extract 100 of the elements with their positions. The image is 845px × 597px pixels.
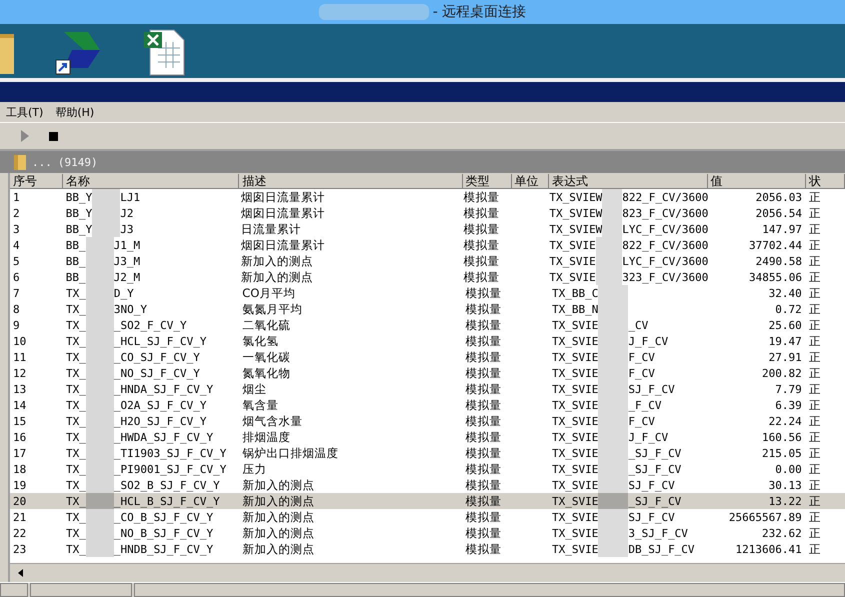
table-cell-text: 正 <box>808 286 822 300</box>
table-row[interactable]: 15 TX_ _H2O_SJ_F_CV_Y 烟气含水量 模拟量 TX_SVIE F_CV 22.24 正 <box>10 413 845 429</box>
table-row[interactable]: 12 TX_ _NO_SJ_F_CV_Y 氮氧化物 模拟量 TX_SVIE F_CV 200.82 正 <box>10 365 845 381</box>
table-cell-text: 200.82 <box>761 366 803 380</box>
stop-icon <box>48 132 58 140</box>
table-cell-text: 正 <box>808 270 822 284</box>
name-text: _HCL_B_SJ_F_CV_Y <box>114 494 220 508</box>
record-count: (9149) <box>58 156 98 168</box>
table-row[interactable]: 2 BB_Y J2 烟囱日流量累计 模拟量 TX_SVIEW 823_F_CV/3600 2056.54 正 <box>10 205 845 221</box>
table-cell-text: 模拟量 <box>464 526 503 540</box>
expression-text: TX_SVIE <box>552 366 598 380</box>
table-cell-text: 160.56 <box>761 430 803 444</box>
column-header[interactable]: 描述 <box>239 174 463 188</box>
table-cell-text: 模拟量 <box>464 478 503 492</box>
table-cell-text: 34855.06 <box>748 270 803 284</box>
name-text: TX_ <box>66 350 86 364</box>
table-cell-text: 正 <box>808 494 822 508</box>
table-cell-text: 2490.58 <box>754 254 803 268</box>
table-cell-text: 2 <box>12 206 21 220</box>
spreadsheet-file-icon[interactable] <box>142 28 186 76</box>
table-cell-text: 13 <box>12 382 28 396</box>
expression-text: TX_SVIEW <box>549 190 602 204</box>
table-cell-text: 13.22 <box>768 494 803 508</box>
table-cell-text: 模拟量 <box>464 366 503 380</box>
table-cell-text: 0.00 <box>774 462 803 476</box>
table-cell-text: 21 <box>12 510 28 524</box>
table-cell-text: 烟尘 <box>241 382 268 396</box>
table-row[interactable]: 5 BB_ J3_M 新加入的测点 模拟量 TX_SVIE LYC_F_CV/3600 2490.58 正 <box>10 253 845 269</box>
name-text: TX_ <box>66 462 86 476</box>
table-row[interactable]: 9 TX_ _SO2_F_CV_Y 二氧化硫 模拟量 TX_SVIE _CV 25.60 正 <box>10 317 845 333</box>
table-cell-text: 正 <box>808 238 822 252</box>
expression-text: SJ_F_CV <box>628 478 675 492</box>
column-header[interactable]: 值 <box>708 174 806 188</box>
column-header[interactable]: 表达式 <box>549 174 708 188</box>
column-header[interactable]: 单位 <box>512 174 550 188</box>
path-text: ... <box>32 156 52 168</box>
table-cell-text: 新加入的测点 <box>240 254 314 268</box>
expression-text: TX_BB_N <box>552 302 598 316</box>
table-row[interactable]: 3 BB_Y J3 日流量累计 模拟量 TX_SVIEW LYC_F_CV/3600 147.97 正 <box>10 221 845 237</box>
expression-text: F_CV <box>628 414 655 428</box>
name-text: TX_ <box>66 478 86 492</box>
table-row[interactable]: 23 TX_ _HNDB_SJ_F_CV_Y 新加入的测点 模拟量 TX_SVIE DB_SJ_F_CV 1213606.41 正 <box>10 541 845 557</box>
table-cell-text: 22.24 <box>768 414 803 428</box>
expression-text: TX_SVIE <box>549 254 596 268</box>
expression-text: TX_SVIE <box>549 238 596 252</box>
table-cell-text: 12 <box>12 366 28 380</box>
table-row[interactable]: 21 TX_ _CO_B_SJ_F_CV_Y 新加入的测点 模拟量 TX_SVIE SJ_F_CV 25665567.89 正 <box>10 509 845 525</box>
table-cell-text: 232.62 <box>761 526 803 540</box>
table-row[interactable]: 6 BB_ J2_M 新加入的测点 模拟量 TX_SVIE 323_F_CV/3600 34855.06 正 <box>10 269 845 285</box>
table-cell-text: 模拟量 <box>464 542 503 556</box>
expression-text: TX_SVIE <box>552 542 598 556</box>
table-row[interactable]: 7 TX_ D_Y CO月平均 模拟量 TX_BB_C 32.40 正 <box>10 285 845 301</box>
table-cell-text: 20 <box>12 494 28 508</box>
table-row[interactable]: 8 TX_ 3NO_Y 氨氮月平均 模拟量 TX_BB_N 0.72 正 <box>10 301 845 317</box>
table-row[interactable]: 1 BB_Y LJ1 烟囱日流量累计 模拟量 TX_SVIEW 822_F_CV/3600 2056.03 正 <box>10 189 845 205</box>
horizontal-scrollbar[interactable] <box>10 563 845 582</box>
table-row[interactable]: 4 BB_ J1_M 烟囱日流量累计 模拟量 TX_SVIE 822_F_CV/3600 37702.44 正 <box>10 237 845 253</box>
table-cell-text: 正 <box>808 510 822 524</box>
name-text: TX_ <box>66 286 86 300</box>
table-row[interactable]: 18 TX_ _PI9001_SJ_F_CV_Y 压力 模拟量 TX_SVIE _SJ_F_CV 0.00 正 <box>10 461 845 477</box>
name-text: J1_M <box>114 238 140 252</box>
table-cell-text: 锅炉出口排烟温度 <box>241 446 340 460</box>
folder-icon <box>14 154 26 170</box>
menu-item[interactable]: 帮助(H) <box>55 104 94 120</box>
table-row[interactable]: 20 TX_ _HCL_B_SJ_F_CV_Y 新加入的测点 模拟量 TX_SVIE _SJ_F_CV 13.22 正 <box>10 493 845 509</box>
table-row[interactable]: 14 TX_ _O2A_SJ_F_CV_Y 氧含量 模拟量 TX_SVIE _F_CV 6.39 正 <box>10 397 845 413</box>
table-row[interactable]: 22 TX_ _NO_B_SJ_F_CV_Y 新加入的测点 模拟量 TX_SVIE 3_SJ_F_CV 232.62 正 <box>10 525 845 541</box>
column-header[interactable]: 类型 <box>462 174 512 188</box>
table-cell-text: 正 <box>808 430 822 444</box>
table-row[interactable]: 17 TX_ _TI1903_SJ_F_CV_Y 锅炉出口排烟温度 模拟量 TX_SVIE _SJ_F_CV 215.05 正 <box>10 445 845 461</box>
expression-text: 823_F_CV/3600 <box>622 206 708 220</box>
table-cell-text: 7.79 <box>774 382 803 396</box>
table-cell-text: 19 <box>12 478 28 492</box>
name-text: TX_ <box>66 542 86 556</box>
play-icon <box>20 130 30 142</box>
expression-text: DB_SJ_F_CV <box>628 542 695 556</box>
menu-item[interactable]: 工具(T) <box>6 104 44 120</box>
column-header[interactable]: 状 <box>806 174 845 188</box>
column-header[interactable]: 名称 <box>62 174 240 188</box>
table-cell-text: 11 <box>12 350 28 364</box>
column-header[interactable]: 序号 <box>10 174 63 188</box>
table-cell-text: 14 <box>12 398 28 412</box>
expression-text: 822_F_CV/3600 <box>622 190 708 204</box>
table-row[interactable]: 13 TX_ _HNDA_SJ_F_CV_Y 烟尘 模拟量 TX_SVIE SJ_F_CV 7.79 正 <box>10 381 845 397</box>
table-cell-text: 正 <box>808 350 822 364</box>
redacted-area <box>598 541 628 557</box>
redacted-area <box>86 493 114 509</box>
name-text: _HNDA_SJ_F_CV_Y <box>114 382 214 396</box>
table-cell-text: 正 <box>808 366 822 380</box>
table-row[interactable]: 10 TX_ _HCL_SJ_F_CV_Y 氯化氢 模拟量 TX_SVIE J_F_CV 19.47 正 <box>10 333 845 349</box>
table-cell-text: 正 <box>808 446 822 460</box>
name-text: TX_ <box>66 430 86 444</box>
table-row[interactable]: 11 TX_ _CO_SJ_F_CV_Y 一氧化碳 模拟量 TX_SVIE F_CV 27.91 正 <box>10 349 845 365</box>
table-cell-text: 正 <box>808 414 822 428</box>
table-cell-text: 37702.44 <box>748 238 803 252</box>
table-cell-text: CO月平均 <box>241 286 296 300</box>
name-text: BB_ <box>66 238 86 252</box>
table-row[interactable]: 16 TX_ _HWDA_SJ_F_CV_Y 排烟温度 模拟量 TX_SVIE J_F_CV 160.56 正 <box>10 429 845 445</box>
name-text: BB_Y <box>66 190 92 204</box>
table-row[interactable]: 19 TX_ _SO2_B_SJ_F_CV_Y 新加入的测点 模拟量 TX_SVIE SJ_F_CV 30.13 正 <box>10 477 845 493</box>
